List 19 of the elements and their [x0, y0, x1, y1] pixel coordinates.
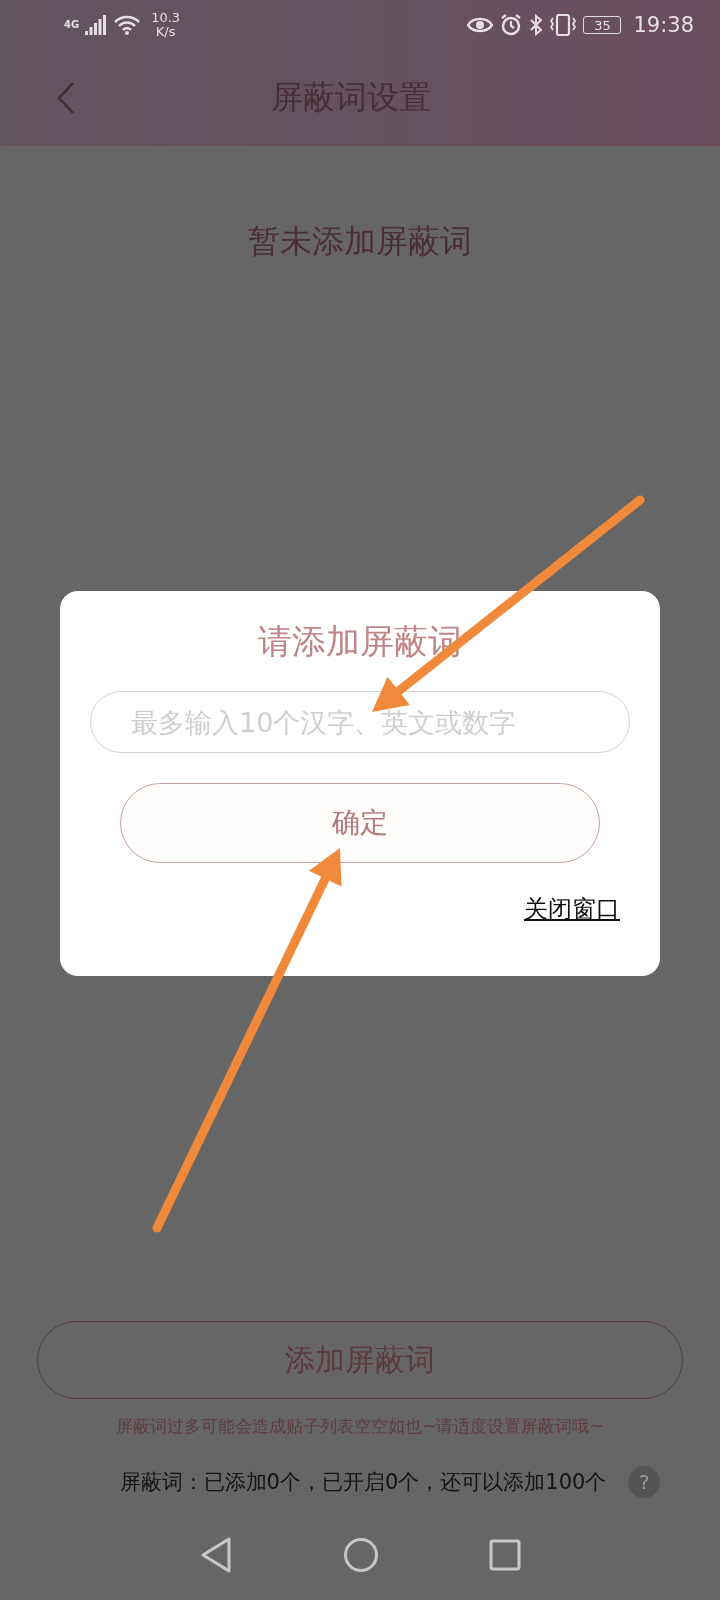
- back-icon[interactable]: [56, 81, 76, 115]
- network-label: 4G: [64, 20, 80, 30]
- help-button[interactable]: ?: [628, 1466, 661, 1498]
- summary-text: 屏蔽词：已添加0个，已开启0个，还可以添加100个: [119, 1469, 607, 1496]
- battery-percent: 35: [594, 17, 611, 33]
- empty-message: 暂未添加屏蔽词: [248, 221, 472, 262]
- back-nav-icon[interactable]: [199, 1536, 233, 1574]
- home-icon[interactable]: [343, 1537, 379, 1573]
- speed-unit: K/s: [155, 25, 176, 40]
- wifi-icon: [113, 14, 142, 36]
- signal-icon: [85, 15, 108, 35]
- recents-icon[interactable]: [489, 1539, 521, 1571]
- speed-value: 10.3: [151, 10, 181, 25]
- vibrate-icon: [549, 14, 578, 36]
- eye-icon: [467, 16, 494, 34]
- bluetooth-icon: [529, 14, 544, 36]
- close-link[interactable]: 关闭窗口: [524, 893, 620, 925]
- confirm-button[interactable]: 确定: [120, 783, 600, 863]
- clock-time: 19:38: [633, 13, 694, 37]
